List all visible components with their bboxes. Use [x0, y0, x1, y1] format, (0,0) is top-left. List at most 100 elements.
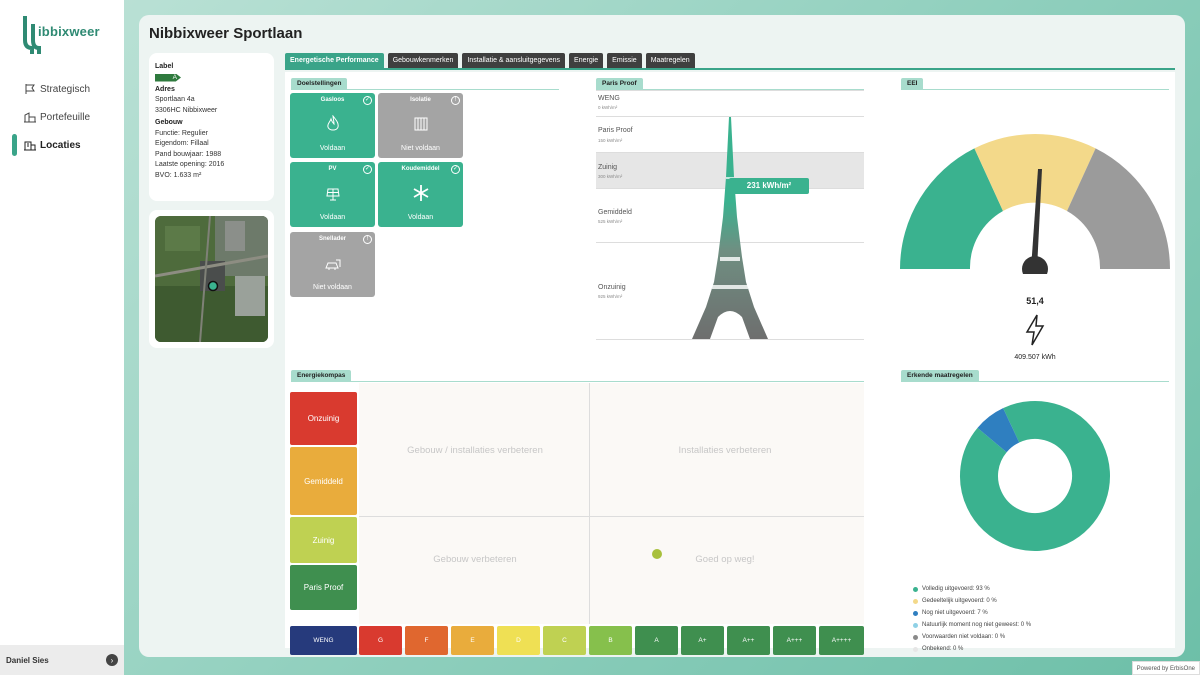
erkende-donut-chart: [960, 401, 1110, 551]
goal-tile-gasloos[interactable]: Gasloos ✓ Voldaan: [290, 93, 375, 158]
goal-tile-koudemiddel[interactable]: Koudemiddel ✓ Voldaan: [378, 162, 463, 227]
pp-row-value: 150 kWh/m²: [598, 138, 623, 143]
legend-label: Volledig uitgevoerd: 93 %: [922, 586, 990, 592]
legend-dot: [913, 598, 918, 604]
goal-status: Voldaan: [319, 214, 346, 221]
legend-item-onbekend: Onbekend: 0 %: [913, 646, 963, 652]
satellite-map[interactable]: [155, 216, 268, 342]
kompas-divider-v: [589, 383, 590, 624]
pp-row-value: 525 kWh/m²: [598, 219, 623, 224]
goal-tile-isolatie[interactable]: Isolatie ! Niet voldaan: [378, 93, 463, 158]
user-bar[interactable]: Daniel Sies ›: [0, 645, 124, 675]
map-card: [149, 210, 274, 348]
tab-gebouwkenmerken[interactable]: Gebouwkenmerken: [387, 53, 459, 68]
goal-tile-pv[interactable]: PV ✓ Voldaan: [290, 162, 375, 227]
kompas-col-g: G: [359, 626, 402, 655]
adres-line2: 3306HC Nibbixweer: [155, 106, 218, 114]
gebouw-title: Gebouw: [155, 119, 183, 126]
divider: [901, 381, 1169, 382]
logo-text: ibbixweer: [38, 24, 100, 39]
pp-row-name: Paris Proof: [598, 127, 633, 134]
divider: [291, 381, 864, 382]
section-eei: EEI: [901, 78, 924, 89]
kompas-divider-h: [359, 516, 864, 517]
solar-panel-icon: [326, 188, 340, 201]
check-icon: ✓: [363, 165, 372, 174]
powered-by[interactable]: Powered by ErbisOne: [1131, 661, 1200, 675]
eei-kwh: 409.507 kWh: [1014, 354, 1056, 361]
snowflake-icon: [413, 185, 429, 201]
section-paris-proof: Paris Proof: [596, 78, 643, 89]
tab-emissie[interactable]: Emissie: [607, 53, 642, 68]
goal-status: Niet voldaan: [313, 284, 352, 291]
tab-energetische-performance[interactable]: Energetische Performance: [285, 53, 384, 68]
nav-item-locaties[interactable]: Locaties: [10, 134, 118, 156]
bvo: BVO: 1.633 m²: [155, 171, 202, 179]
nav-label: Locaties: [40, 139, 81, 151]
goal-status: Niet voldaan: [401, 145, 440, 152]
tab-maatregelen[interactable]: Maatregelen: [645, 53, 695, 68]
nav-item-portefeuille[interactable]: Portefeuille: [10, 106, 118, 128]
legend-label: Gedeeltelijk uitgevoerd: 0 %: [922, 598, 997, 604]
logo: ibbixweer: [22, 14, 102, 56]
bouwjaar: Pand bouwjaar: 1988: [155, 150, 222, 158]
pp-row-value: 300 kWh/m²: [598, 174, 623, 179]
pp-row-name: Zuinig: [598, 164, 618, 171]
tab-content: Doelstellingen Gasloos ✓ Voldaan Isolati…: [285, 72, 1175, 655]
tab-installatie[interactable]: Installatie & aansluitgegevens: [462, 53, 566, 68]
kompas-col-a-2plus: A++: [727, 626, 770, 655]
tab-energie[interactable]: Energie: [569, 53, 604, 68]
energy-label-badge: A: [155, 73, 181, 82]
tab-underline: [285, 68, 1175, 70]
kompas-quad-bl: Gebouw verbeteren: [433, 554, 517, 565]
location-info-card: Label A Adres Sportlaan 4a 3306HC Nibbix…: [149, 53, 274, 201]
main-nav: Strategisch Portefeuille Locaties: [10, 78, 118, 162]
pp-row-weng: WENG 0 kWh/m²: [596, 90, 864, 116]
check-icon: ✓: [363, 96, 372, 105]
legend-item-volledig: Volledig uitgevoerd: 93 %: [913, 586, 990, 592]
laatste-opening: Laatste opening: 2016: [155, 161, 225, 168]
kompas-quad-br: Goed op weg!: [695, 554, 755, 565]
pp-row-value: 0 kWh/m²: [598, 105, 618, 110]
kompas-col-a-3plus: A+++: [773, 626, 816, 655]
pp-row-value: 925 kWh/m²: [598, 294, 623, 299]
pp-row-name: WENG: [598, 95, 620, 102]
goal-tile-snellader[interactable]: Snellader ! Niet voldaan: [290, 232, 375, 297]
nav-item-strategisch[interactable]: Strategisch: [10, 78, 118, 100]
eei-value: 51,4: [1026, 296, 1044, 306]
chevron-right-icon[interactable]: ›: [106, 654, 118, 666]
info-icon: !: [363, 235, 372, 244]
legend-item-nog-niet: Nog niet uitgevoerd: 7 %: [913, 610, 988, 616]
section-erkende-maatregelen: Erkende maatregelen: [901, 370, 979, 381]
location-marker-icon[interactable]: [207, 280, 219, 292]
kompas-position-dot: [652, 549, 662, 559]
kompas-col-weng: WENG: [290, 626, 357, 655]
adres-line1: Sportlaan 4a: [155, 96, 195, 103]
lightning-icon: [1025, 314, 1045, 346]
info-icon: !: [451, 96, 460, 105]
kompas-col-d: D: [497, 626, 540, 655]
kompas-quad-tr: Installaties verbeteren: [678, 445, 772, 456]
divider: [901, 89, 1169, 90]
flag-icon: [25, 84, 35, 94]
kompas-quad-tl: Gebouw / installaties verbeteren: [407, 445, 543, 456]
eei-gauge: [900, 134, 1170, 274]
kompas-col-f: F: [405, 626, 448, 655]
legend-label: Voorwaarden niet voldaan: 0 %: [922, 634, 1006, 640]
legend-dot: [913, 634, 918, 640]
kompas-grid: [359, 383, 864, 624]
section-doelstellingen: Doelstellingen: [291, 78, 348, 89]
legend-item-natuurlijk-moment: Natuurlijk moment nog niet geweest: 0 %: [913, 622, 1031, 628]
legend-label: Nog niet uitgevoerd: 7 %: [922, 610, 988, 616]
page-title: Nibbixweer Sportlaan: [149, 25, 303, 42]
kompas-col-a: A: [635, 626, 678, 655]
kompas-col-a-4plus: A++++: [819, 626, 864, 655]
nav-label: Strategisch: [40, 83, 91, 95]
goal-status: Voldaan: [319, 145, 346, 152]
paris-proof-current-value: 231 kWh/m²: [729, 178, 809, 194]
kompas-row-zuinig: Zuinig: [290, 517, 357, 563]
pp-row-name: Onzuinig: [598, 284, 626, 291]
insulation-icon: [414, 117, 428, 131]
eigendom: Eigendom: Fillaal: [155, 140, 209, 147]
section-energiekompas: Energiekompas: [291, 370, 352, 381]
